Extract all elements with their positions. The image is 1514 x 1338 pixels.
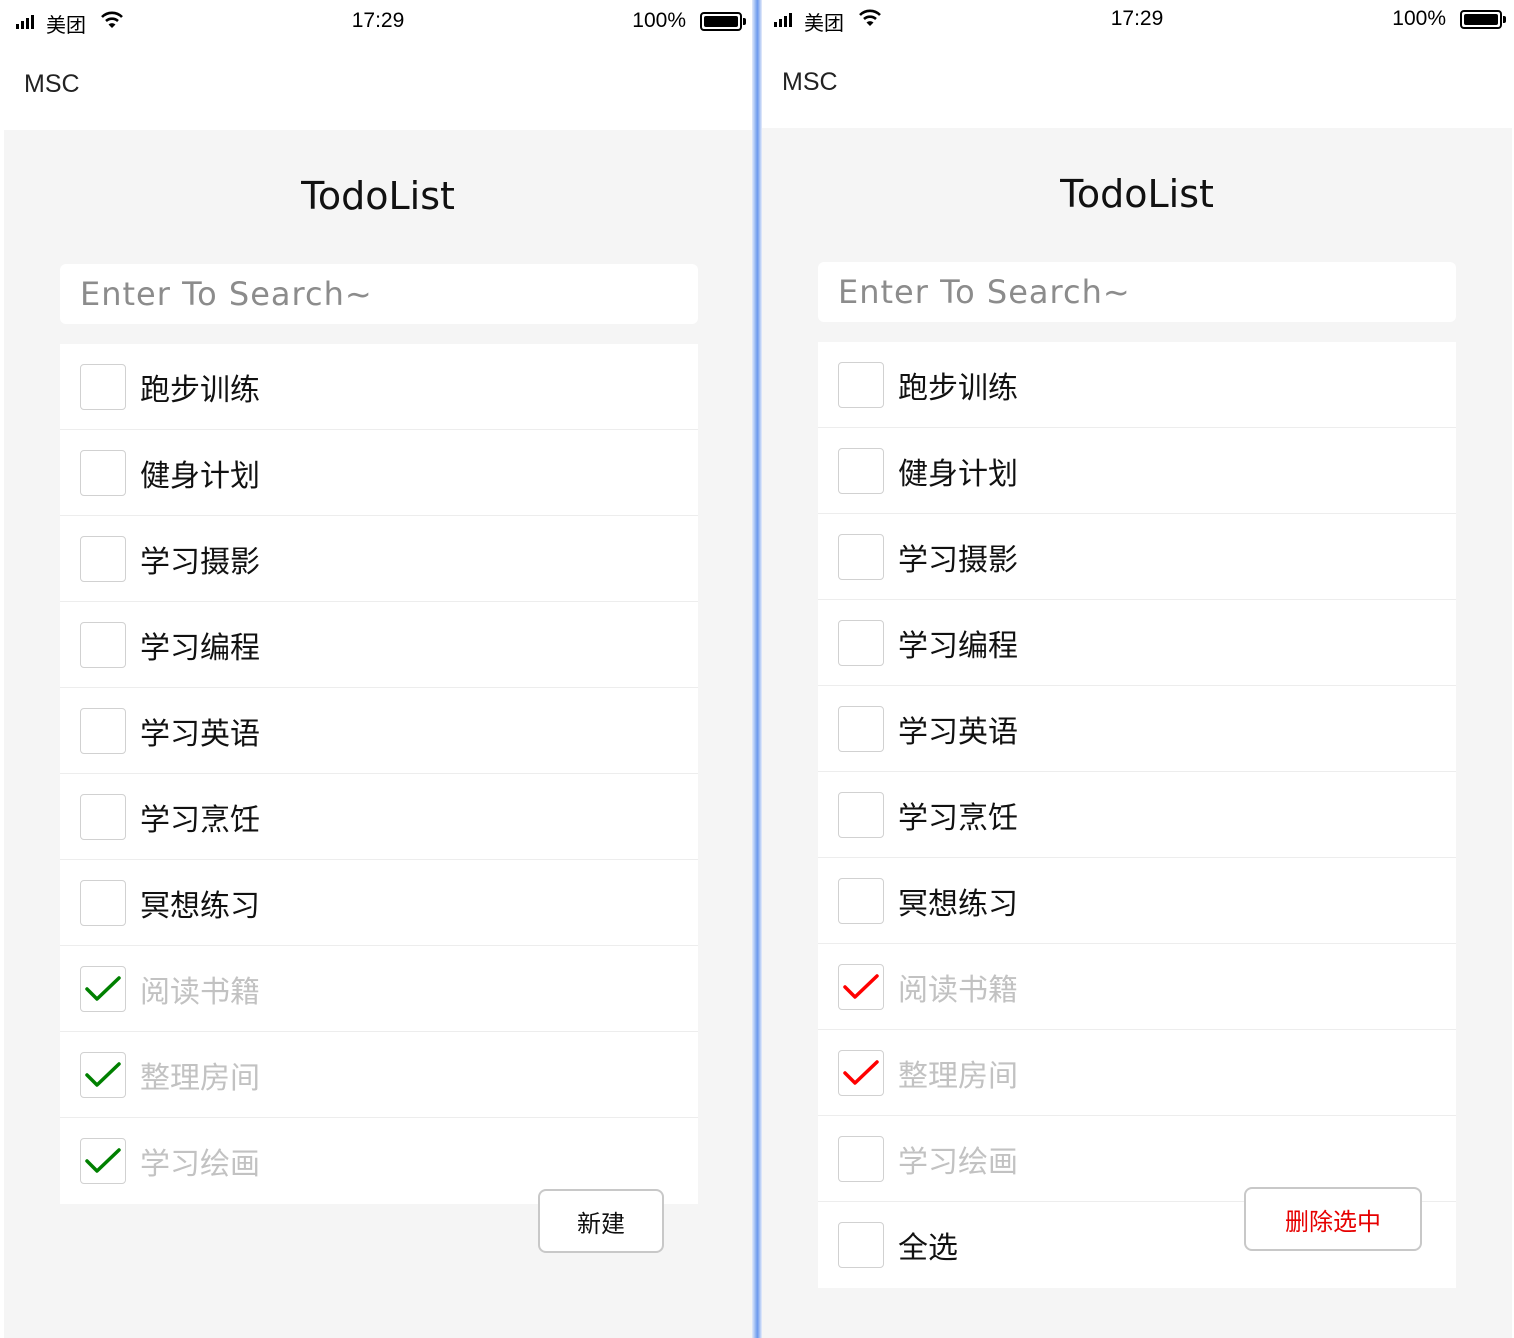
todo-label: 健身计划 bbox=[898, 456, 1018, 492]
nav-bar: MSC bbox=[762, 42, 1512, 128]
todo-label: 学习摄影 bbox=[898, 542, 1018, 578]
check-icon bbox=[843, 1059, 879, 1085]
new-button[interactable]: 新建 bbox=[538, 1189, 664, 1253]
todo-item[interactable]: 整理房间 bbox=[818, 1030, 1456, 1116]
todo-label: 跑步训练 bbox=[898, 370, 1018, 406]
todo-checkbox[interactable] bbox=[838, 1049, 884, 1096]
todo-checkbox[interactable] bbox=[80, 879, 126, 926]
todo-item[interactable]: 学习英语 bbox=[60, 688, 698, 774]
todo-list: 跑步训练健身计划学习摄影学习编程学习英语学习烹饪冥想练习阅读书籍整理房间学习绘画… bbox=[818, 342, 1456, 1288]
todo-checkbox[interactable] bbox=[838, 791, 884, 838]
delete-selected-button[interactable]: 删除选中 bbox=[1244, 1187, 1422, 1251]
todo-checkbox[interactable] bbox=[80, 1051, 126, 1098]
todo-label: 阅读书籍 bbox=[140, 974, 260, 1010]
todo-item[interactable]: 学习烹饪 bbox=[818, 772, 1456, 858]
select-all-label: 全选 bbox=[898, 1231, 958, 1266]
battery-icon bbox=[1460, 10, 1506, 29]
select-all-checkbox[interactable] bbox=[838, 1222, 884, 1268]
todo-checkbox[interactable] bbox=[80, 363, 126, 410]
todo-item[interactable]: 学习编程 bbox=[818, 600, 1456, 686]
todo-item[interactable]: 冥想练习 bbox=[818, 858, 1456, 944]
todo-checkbox[interactable] bbox=[80, 535, 126, 582]
todo-label: 学习烹饪 bbox=[140, 802, 260, 838]
todo-label: 学习烹饪 bbox=[898, 800, 1018, 836]
todo-label: 冥想练习 bbox=[140, 888, 260, 924]
battery-percent: 100% bbox=[1392, 7, 1446, 30]
todo-checkbox[interactable] bbox=[838, 619, 884, 666]
todo-item[interactable]: 跑步训练 bbox=[818, 342, 1456, 428]
todo-item[interactable]: 健身计划 bbox=[60, 430, 698, 516]
todo-label: 学习英语 bbox=[140, 716, 260, 752]
todo-item[interactable]: 健身计划 bbox=[818, 428, 1456, 514]
battery-icon bbox=[700, 12, 746, 31]
todo-checkbox[interactable] bbox=[80, 449, 126, 496]
todo-checkbox[interactable] bbox=[80, 707, 126, 754]
todo-label: 整理房间 bbox=[898, 1058, 1018, 1094]
todo-checkbox[interactable] bbox=[80, 1138, 126, 1184]
status-bar: 美团 17:29 100% bbox=[762, 0, 1512, 42]
todo-label: 学习绘画 bbox=[898, 1144, 1018, 1180]
page-title: TodoList bbox=[1060, 172, 1214, 216]
screen-divider bbox=[752, 0, 762, 1338]
todo-item[interactable]: 学习摄影 bbox=[60, 516, 698, 602]
page-title: TodoList bbox=[301, 174, 455, 218]
todo-label: 跑步训练 bbox=[140, 372, 260, 408]
search-input[interactable] bbox=[818, 262, 1456, 322]
todo-label: 冥想练习 bbox=[898, 886, 1018, 922]
todo-checkbox[interactable] bbox=[838, 877, 884, 924]
todo-label: 阅读书籍 bbox=[898, 972, 1018, 1008]
todo-checkbox[interactable] bbox=[838, 963, 884, 1010]
todo-item[interactable]: 冥想练习 bbox=[60, 860, 698, 946]
todo-label: 学习绘画 bbox=[140, 1147, 260, 1182]
search-input[interactable] bbox=[60, 264, 698, 324]
todo-checkbox[interactable] bbox=[80, 621, 126, 668]
todo-item[interactable]: 学习编程 bbox=[60, 602, 698, 688]
todo-item[interactable]: 学习摄影 bbox=[818, 514, 1456, 600]
phone-screen-right: 美团 17:29 100% MSC TodoList 跑步训练健身计划学习摄影学… bbox=[762, 0, 1512, 1338]
status-bar: 美团 17:29 100% bbox=[4, 0, 752, 44]
todo-checkbox[interactable] bbox=[838, 705, 884, 752]
nav-title: MSC bbox=[24, 70, 80, 98]
todo-checkbox[interactable] bbox=[838, 533, 884, 580]
todo-item[interactable]: 整理房间 bbox=[60, 1032, 698, 1118]
todo-label: 学习编程 bbox=[898, 628, 1018, 664]
todo-checkbox[interactable] bbox=[80, 793, 126, 840]
todo-item[interactable]: 阅读书籍 bbox=[60, 946, 698, 1032]
battery-percent: 100% bbox=[632, 9, 686, 32]
todo-list: 跑步训练健身计划学习摄影学习编程学习英语学习烹饪冥想练习阅读书籍整理房间学习绘画 bbox=[60, 344, 698, 1204]
todo-item[interactable]: 学习烹饪 bbox=[60, 774, 698, 860]
todo-item[interactable]: 学习英语 bbox=[818, 686, 1456, 772]
check-icon bbox=[85, 1148, 121, 1173]
todo-checkbox[interactable] bbox=[838, 447, 884, 494]
todo-label: 健身计划 bbox=[140, 458, 260, 494]
todo-label: 学习摄影 bbox=[140, 544, 260, 580]
phone-screen-left: 美团 17:29 100% MSC TodoList 跑步训练健身计划学习摄影学… bbox=[4, 0, 752, 1338]
todo-label: 学习英语 bbox=[898, 714, 1018, 750]
check-icon bbox=[843, 973, 879, 999]
todo-checkbox[interactable] bbox=[838, 361, 884, 408]
todo-item[interactable]: 跑步训练 bbox=[60, 344, 698, 430]
nav-bar: MSC bbox=[4, 44, 752, 130]
todo-label: 学习编程 bbox=[140, 630, 260, 666]
todo-label: 整理房间 bbox=[140, 1060, 260, 1096]
nav-title: MSC bbox=[782, 68, 838, 96]
check-icon bbox=[85, 975, 121, 1001]
todo-checkbox[interactable] bbox=[80, 965, 126, 1012]
check-icon bbox=[85, 1061, 121, 1087]
todo-item[interactable]: 阅读书籍 bbox=[818, 944, 1456, 1030]
todo-checkbox[interactable] bbox=[838, 1135, 884, 1182]
